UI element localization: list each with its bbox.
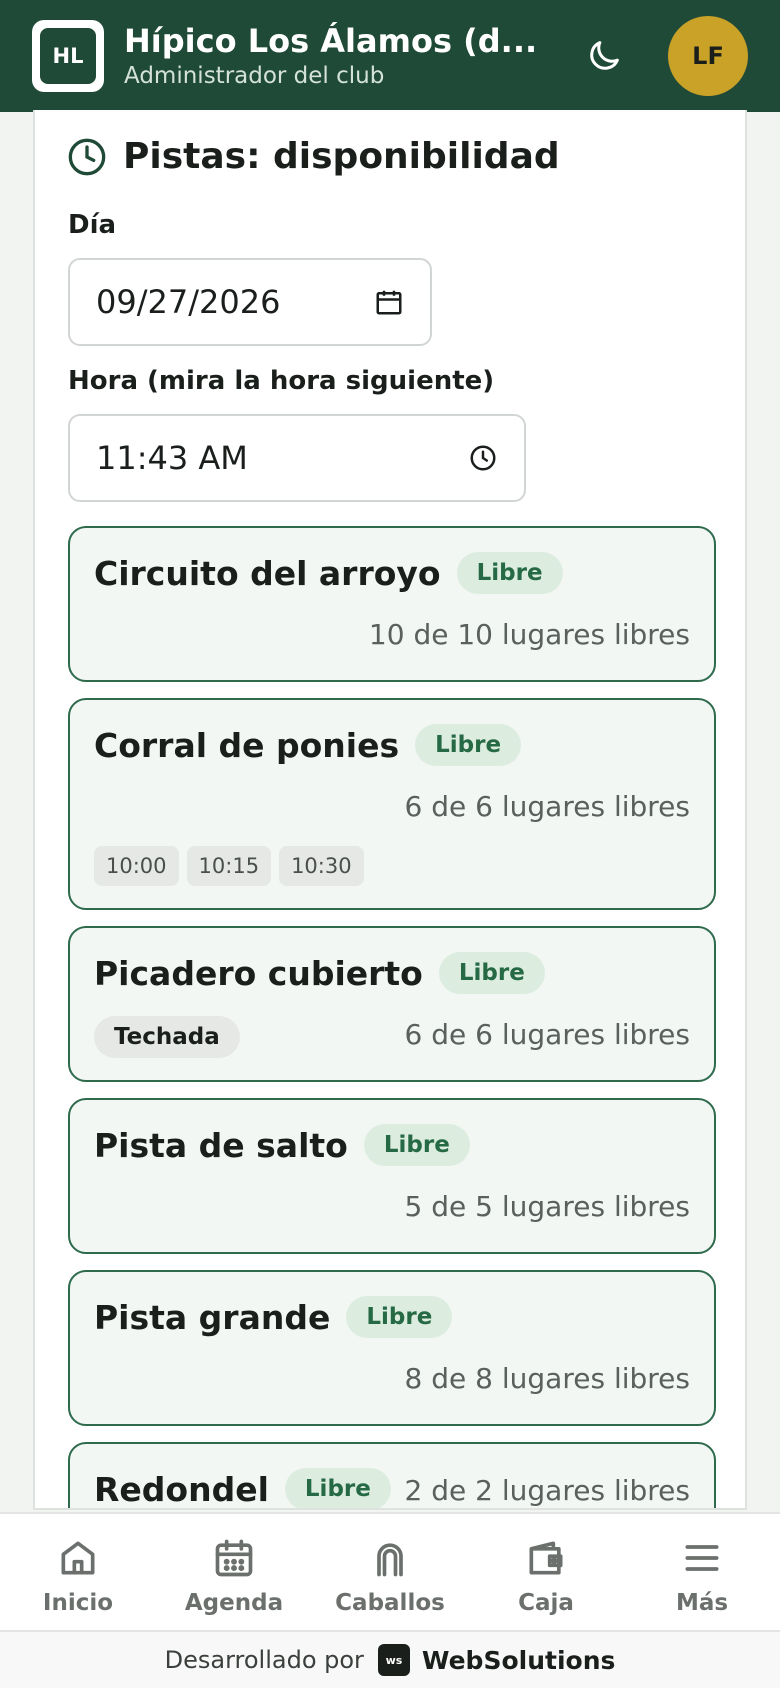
club-title: Hípico Los Álamos (d...	[124, 22, 538, 60]
pista-spots: 8 de 8 lugares libres	[404, 1362, 690, 1395]
time-value: 11:43 AM	[96, 439, 248, 477]
status-badge: Libre	[284, 1467, 391, 1508]
status-badge: Libre	[456, 551, 563, 594]
moon-icon[interactable]	[584, 36, 624, 76]
nav-item-agenda[interactable]: Agenda	[156, 1514, 312, 1630]
horseshoe-icon	[377, 1543, 403, 1577]
pista-card[interactable]: Pista grande Libre 8 de 8 lugares libres	[68, 1270, 716, 1426]
pista-spots: 2 de 2 lugares libres	[404, 1474, 690, 1507]
footer-credit: Desarrollado por ws WebSolutions	[0, 1630, 780, 1688]
home-icon	[61, 1541, 95, 1575]
nav-item-inicio[interactable]: Inicio	[0, 1514, 156, 1630]
covered-tag: Techada	[94, 1016, 240, 1058]
day-label: Día	[68, 210, 117, 240]
clock-icon	[68, 138, 106, 175]
time-picker-icon[interactable]	[468, 443, 498, 473]
status-badge: Libre	[346, 1295, 453, 1338]
club-logo-initials: HL	[40, 28, 96, 84]
day-value: 09/27/2026	[96, 283, 281, 321]
wallet-icon	[529, 1541, 563, 1575]
pista-name: Picadero cubierto Libre	[94, 951, 545, 997]
time-slot[interactable]: 10:15	[186, 846, 272, 886]
nav-item-mas[interactable]: Más	[624, 1514, 780, 1630]
pista-name: Pista de salto Libre	[94, 1123, 470, 1169]
availability-panel: Pistas: disponibilidad Día 09/27/2026 Ho…	[33, 110, 747, 1510]
time-slot[interactable]: 10:00	[94, 846, 179, 886]
app-header: HL Hípico Los Álamos (d... Administrador…	[0, 0, 780, 112]
pista-card[interactable]: Circuito del arroyo Libre 10 de 10 lugare…	[68, 526, 716, 682]
bottom-nav: Inicio Agenda Caballos Caja Más	[0, 1512, 780, 1630]
pista-spots: 6 de 6 lugares libres	[404, 790, 690, 823]
nav-label: Caja	[518, 1590, 574, 1616]
footer-prefix: Desarrollado por	[164, 1646, 364, 1674]
pista-spots: 6 de 6 lugares libres	[404, 1018, 690, 1051]
user-avatar[interactable]: LF	[668, 16, 748, 96]
club-role: Administrador del club	[124, 63, 385, 89]
pista-card[interactable]: Pista de salto Libre 5 de 5 lugares libre…	[68, 1098, 716, 1254]
nav-label: Agenda	[184, 1590, 284, 1616]
header-titles: Hípico Los Álamos (d... Administrador de…	[124, 21, 544, 91]
nav-item-caballos[interactable]: Caballos	[312, 1514, 468, 1630]
pista-name: Redondel Libre	[94, 1467, 391, 1508]
footer-brand[interactable]: WebSolutions	[422, 1646, 615, 1675]
pista-spots: 5 de 5 lugares libres	[404, 1190, 690, 1223]
time-slots: 10:00 10:15 10:30	[94, 846, 364, 886]
nav-item-caja[interactable]: Caja	[468, 1514, 624, 1630]
day-input[interactable]: 09/27/2026	[68, 258, 432, 346]
pista-name: Pista grande Libre	[94, 1295, 453, 1341]
pista-name: Circuito del arroyo Libre	[94, 551, 563, 597]
pista-spots: 10 de 10 lugares libres	[368, 618, 690, 651]
status-badge: Libre	[415, 723, 522, 766]
pista-name: Corral de ponies Libre	[94, 723, 522, 769]
time-slot[interactable]: 10:30	[279, 846, 364, 886]
status-badge: Libre	[363, 1123, 470, 1166]
calendar-picker-icon[interactable]	[374, 287, 404, 317]
panel-title: Pistas: disponibilidad	[67, 136, 560, 177]
pista-card[interactable]: Picadero cubierto Libre Techada 6 de 6 lu…	[68, 926, 716, 1082]
panel-title-text: Pistas: disponibilidad	[123, 136, 560, 177]
nav-label: Caballos	[335, 1590, 445, 1616]
menu-icon	[685, 1545, 719, 1571]
status-badge: Libre	[438, 951, 545, 994]
pista-card[interactable]: Redondel Libre 2 de 2 lugares libres	[68, 1442, 716, 1508]
calendar-icon	[215, 1539, 253, 1577]
time-label: Hora (mira la hora siguiente)	[68, 366, 495, 396]
pista-card[interactable]: Corral de ponies Libre 6 de 6 lugares lib…	[68, 698, 716, 910]
nav-label: Más	[675, 1590, 729, 1616]
time-input[interactable]: 11:43 AM	[68, 414, 526, 502]
club-logo[interactable]: HL	[32, 20, 104, 92]
websolutions-logo: ws	[377, 1644, 410, 1676]
nav-label: Inicio	[42, 1590, 114, 1616]
